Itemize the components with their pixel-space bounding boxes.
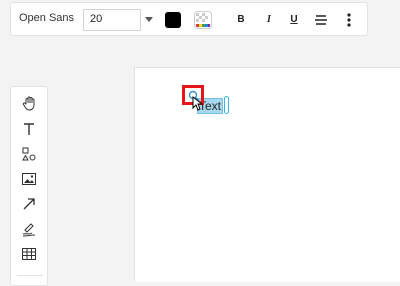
chevron-down-icon[interactable]: [145, 17, 153, 22]
tool-palette: [10, 86, 48, 286]
shapes-icon[interactable]: [21, 146, 37, 162]
text-tool-icon[interactable]: [21, 121, 37, 137]
toolbox-divider: [17, 275, 43, 276]
table-icon[interactable]: [21, 246, 37, 262]
font-family-select[interactable]: Open Sans: [19, 12, 74, 24]
underline-button[interactable]: U: [286, 12, 302, 28]
hand-icon[interactable]: [21, 95, 37, 111]
italic-button[interactable]: I: [261, 12, 277, 28]
bold-button[interactable]: B: [233, 12, 249, 28]
text-color-swatch[interactable]: [165, 12, 181, 28]
arrow-icon[interactable]: [21, 196, 37, 212]
drawing-canvas[interactable]: Text: [134, 67, 400, 282]
pen-icon[interactable]: [21, 221, 37, 237]
color-palette-icon[interactable]: [194, 11, 212, 29]
image-icon[interactable]: [21, 171, 37, 187]
formatting-toolbar: Open Sans 20 B I U: [10, 2, 368, 36]
resize-handle[interactable]: [224, 96, 229, 114]
cursor-arrow-icon: [192, 96, 203, 111]
strikethrough-icon[interactable]: [313, 12, 329, 28]
font-size-input[interactable]: 20: [83, 9, 141, 31]
more-options-icon[interactable]: [341, 12, 357, 28]
